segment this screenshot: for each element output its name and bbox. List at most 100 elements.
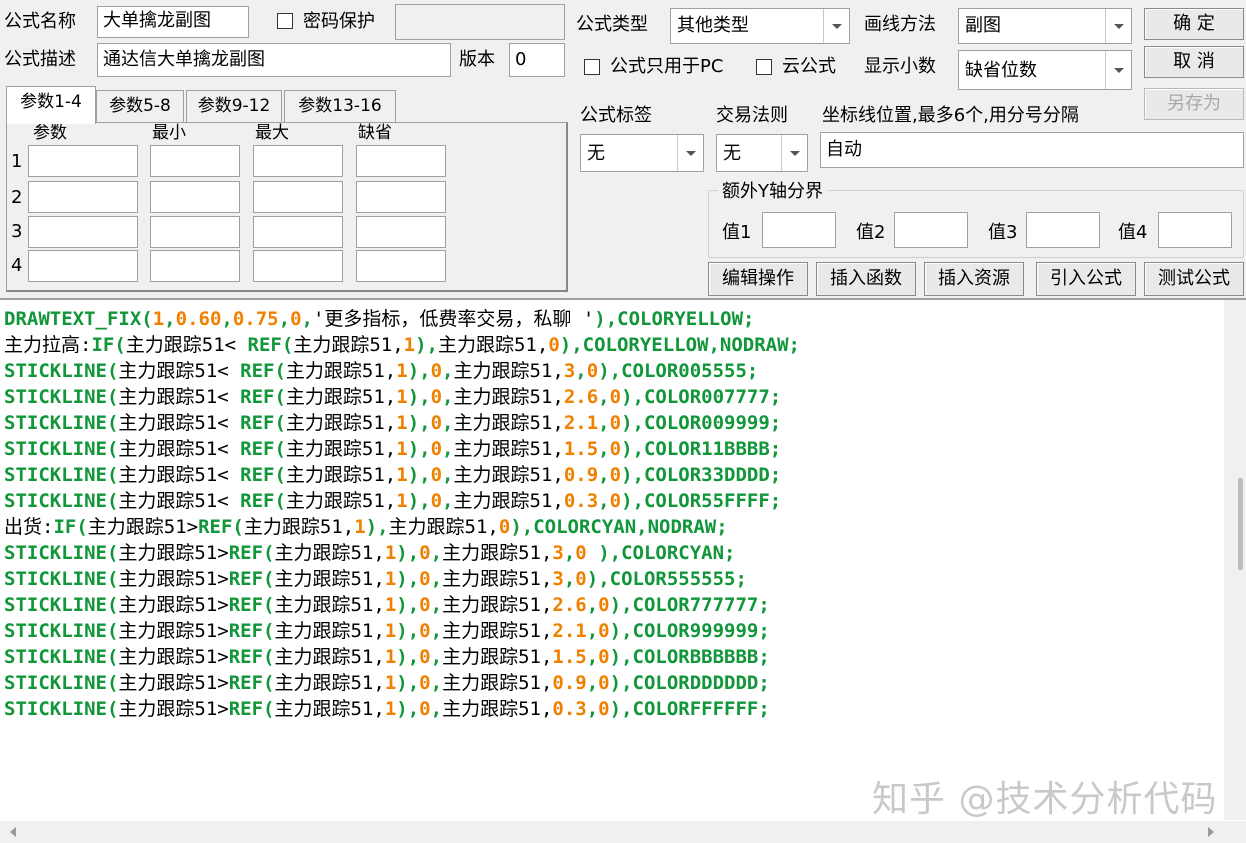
code-token: 0.9 xyxy=(552,672,587,694)
code-token: 主力跟踪51, xyxy=(285,490,397,512)
code-token: REF( xyxy=(240,490,286,512)
param-name-input[interactable] xyxy=(28,181,138,213)
code-token: REF( xyxy=(240,412,286,434)
import-formula-button[interactable]: 引入公式 xyxy=(1036,262,1136,296)
code-token: , xyxy=(598,438,610,460)
scroll-right-arrow-icon[interactable] xyxy=(1208,827,1214,837)
version-input[interactable]: 0 xyxy=(509,43,565,77)
param-default-input[interactable] xyxy=(356,250,446,282)
value1-input[interactable] xyxy=(762,212,836,248)
code-token: REF( xyxy=(228,620,275,642)
code-token: ), xyxy=(396,646,420,668)
pc-only-checkbox[interactable] xyxy=(584,59,600,75)
password-protect-checkbox[interactable] xyxy=(277,13,293,29)
param-min-input[interactable] xyxy=(150,181,240,213)
coord-line-input[interactable]: 自动 xyxy=(820,132,1244,168)
formula-name-input[interactable]: 大单擒龙副图 xyxy=(97,6,249,38)
code-token: REF( xyxy=(240,360,286,382)
chevron-down-icon[interactable] xyxy=(1105,51,1131,89)
code-editor[interactable]: DRAWTEXT_FIX(1,0.60,0.75,0,'更多指标，低费率交易，私… xyxy=(0,298,1246,843)
code-token: 主力跟踪51, xyxy=(274,568,385,590)
formula-tag-select[interactable]: 无 xyxy=(580,134,704,172)
param-default-input[interactable] xyxy=(356,181,446,213)
code-line: STICKLINE(主力跟踪51>REF(主力跟踪51,1),0,主力跟踪51,… xyxy=(4,670,800,696)
param-name-input[interactable] xyxy=(28,145,138,177)
code-token: 0 xyxy=(419,542,431,564)
cloud-formula-checkbox[interactable] xyxy=(756,59,772,75)
scroll-left-arrow-icon[interactable] xyxy=(10,827,16,837)
tab-params-13-16[interactable]: 参数13-16 xyxy=(284,90,396,122)
code-token: ),COLORDDDDDD; xyxy=(609,672,770,694)
chevron-down-icon[interactable] xyxy=(1105,9,1131,43)
param-min-input[interactable] xyxy=(150,250,240,282)
value4-input[interactable] xyxy=(1158,212,1232,248)
code-token: STICKLINE( xyxy=(4,568,119,590)
chevron-down-icon[interactable] xyxy=(823,9,849,43)
param-name-input[interactable] xyxy=(28,250,138,282)
param-default-input[interactable] xyxy=(356,216,446,248)
code-line: 出货:IF(主力跟踪51>REF(主力跟踪51,1),主力跟踪51,0),COL… xyxy=(4,514,800,540)
code-token: 主力跟踪51, xyxy=(293,334,404,356)
edit-operation-button[interactable]: 编辑操作 xyxy=(708,262,808,296)
code-token: , xyxy=(430,672,443,694)
coord-line-label: 坐标线位置,最多6个,用分号分隔 xyxy=(822,105,1079,126)
param-max-input[interactable] xyxy=(253,145,343,177)
password-input[interactable] xyxy=(395,4,565,40)
code-token: 3 xyxy=(552,542,564,564)
code-token: , xyxy=(442,438,454,460)
code-token: 1 xyxy=(152,308,165,330)
param-default-input[interactable] xyxy=(356,145,446,177)
code-token: REF( xyxy=(247,334,294,356)
code-line: STICKLINE(主力跟踪51< REF(主力跟踪51,1),0,主力跟踪51… xyxy=(4,410,800,436)
param-max-input[interactable] xyxy=(253,216,343,248)
formula-tag-label: 公式标签 xyxy=(580,105,652,126)
code-token: ),COLOR999999; xyxy=(609,620,770,642)
code-token: 1 xyxy=(354,516,366,538)
chevron-down-icon[interactable] xyxy=(781,135,807,171)
cancel-button[interactable]: 取 消 xyxy=(1144,46,1244,78)
param-max-input[interactable] xyxy=(253,181,343,213)
insert-function-button[interactable]: 插入函数 xyxy=(816,262,916,296)
code-token: 0 xyxy=(598,672,610,694)
code-token: 0 xyxy=(430,438,443,460)
scrollbar-thumb[interactable] xyxy=(1238,478,1243,570)
draw-method-select[interactable]: 副图 xyxy=(958,8,1132,44)
code-token: 主力跟踪51, xyxy=(453,360,564,382)
formula-desc-input[interactable]: 通达信大单擒龙副图 xyxy=(97,43,451,77)
code-token: 0.9 xyxy=(563,464,599,486)
param-min-input[interactable] xyxy=(150,216,240,248)
tab-params-1-4[interactable]: 参数1-4 xyxy=(6,86,96,124)
code-token: ),COLOR007777; xyxy=(621,386,782,408)
code-token: , xyxy=(586,698,599,720)
param-header-min: 最小 xyxy=(152,123,186,143)
code-line: STICKLINE(主力跟踪51< REF(主力跟踪51,1),0,主力跟踪51… xyxy=(4,488,800,514)
code-token: , xyxy=(586,646,599,668)
code-token: REF( xyxy=(228,672,275,694)
code-token: , xyxy=(430,620,443,642)
code-token: STICKLINE( xyxy=(4,386,119,408)
trade-rule-select[interactable]: 无 xyxy=(716,134,808,172)
code-line: 主力拉高:IF(主力跟踪51< REF(主力跟踪51,1),主力跟踪51,0),… xyxy=(4,332,800,358)
chevron-down-icon[interactable] xyxy=(677,135,703,171)
value2-input[interactable] xyxy=(894,212,968,248)
horizontal-scrollbar[interactable] xyxy=(0,821,1224,843)
code-token: ),COLOR777777; xyxy=(609,594,770,616)
code-token: ), xyxy=(396,542,420,564)
code-token: , xyxy=(586,594,599,616)
value3-input[interactable] xyxy=(1026,212,1100,248)
password-protect-label: 密码保护 xyxy=(303,11,375,32)
ok-button[interactable]: 确 定 xyxy=(1144,8,1244,40)
decimals-select[interactable]: 缺省位数 xyxy=(958,50,1132,90)
param-name-input[interactable] xyxy=(28,216,138,248)
formula-type-select[interactable]: 其他类型 xyxy=(670,8,850,44)
param-min-input[interactable] xyxy=(150,145,240,177)
param-max-input[interactable] xyxy=(253,250,343,282)
code-token: REF( xyxy=(240,464,286,486)
tab-params-9-12[interactable]: 参数9-12 xyxy=(186,90,282,122)
tab-params-5-8[interactable]: 参数5-8 xyxy=(96,90,184,122)
vertical-scrollbar[interactable] xyxy=(1224,300,1246,820)
test-formula-button[interactable]: 测试公式 xyxy=(1144,262,1244,296)
code-token: 主力跟踪51, xyxy=(442,698,553,720)
insert-resource-button[interactable]: 插入资源 xyxy=(924,262,1024,296)
save-as-button[interactable]: 另存为 xyxy=(1144,88,1244,120)
